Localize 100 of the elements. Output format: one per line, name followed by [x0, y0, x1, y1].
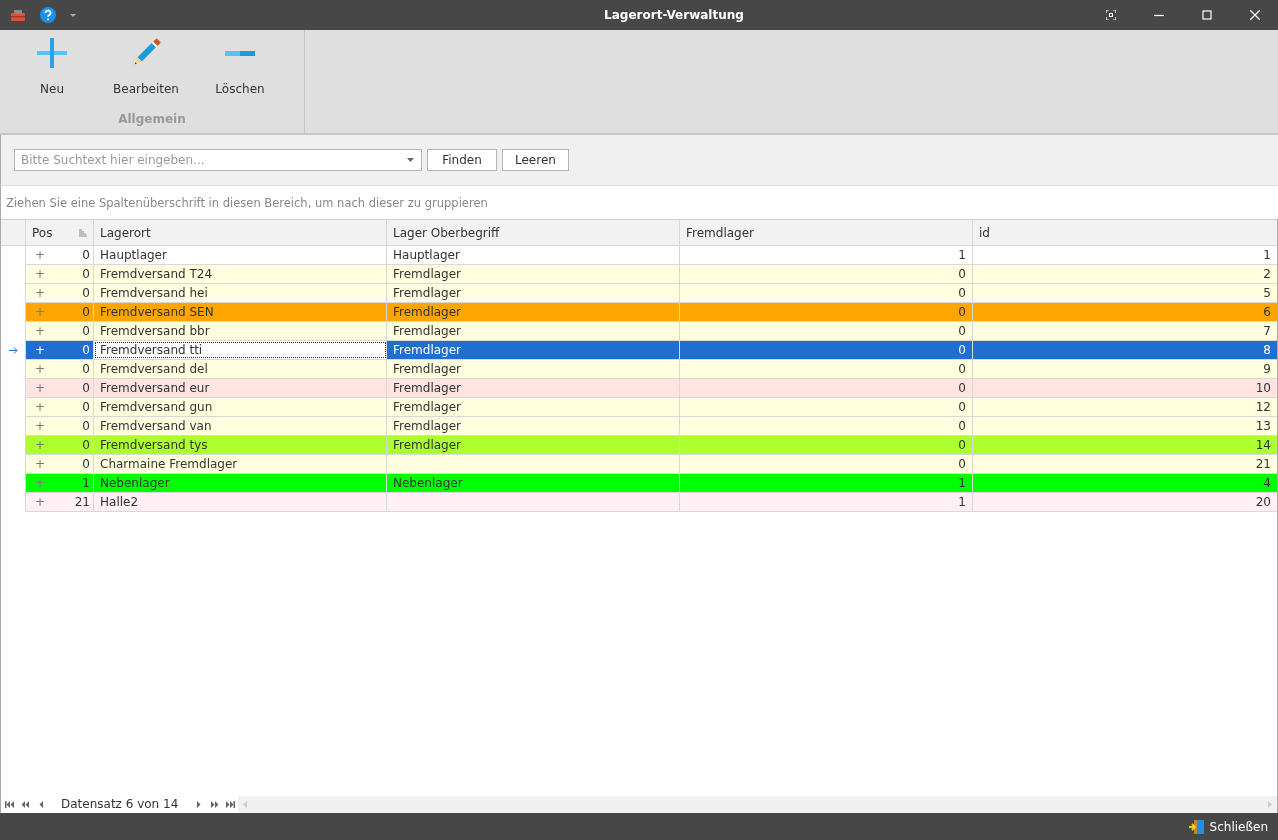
- table-cell: 0: [82, 248, 90, 262]
- expand-button[interactable]: +: [35, 495, 46, 509]
- dropdown-arrow-icon[interactable]: [407, 158, 414, 162]
- table-cell: 0: [82, 362, 90, 376]
- table-row[interactable]: + 21 Halle2 1 20: [26, 493, 1277, 512]
- table-cell: 21: [74, 495, 90, 509]
- table-cell-text: 10: [1254, 380, 1272, 397]
- table-cell: 0: [680, 341, 973, 359]
- close-icon[interactable]: [1250, 10, 1260, 20]
- dropdown-arrow-icon[interactable]: [70, 13, 76, 17]
- table-row[interactable]: + 0 Fremdversand tti Fremdlager 0 8: [26, 341, 1277, 360]
- search-field[interactable]: Bitte Suchtext hier eingeben...: [14, 149, 422, 171]
- table-row[interactable]: + 0 Fremdversand van Fremdlager 0 13: [26, 417, 1277, 436]
- table-cell: 0: [82, 343, 90, 357]
- table-cell: 0: [680, 455, 973, 473]
- table-cell: Hauptlager: [94, 246, 387, 264]
- table-cell: 1: [82, 476, 90, 490]
- table-cell: Nebenlager: [94, 474, 387, 492]
- table-cell: 0: [82, 457, 90, 471]
- table-cell: 1: [680, 474, 973, 492]
- table-cell: 0: [82, 305, 90, 319]
- expand-button[interactable]: +: [35, 419, 46, 433]
- expand-button[interactable]: +: [35, 248, 46, 262]
- column-header[interactable]: id: [973, 220, 1277, 245]
- table-cell: 0: [680, 398, 973, 416]
- ribbon-button[interactable]: Bearbeiten: [104, 36, 188, 98]
- table-cell: Fremdversand gun: [94, 398, 387, 416]
- table-cell-text: 6: [1262, 304, 1272, 321]
- door-icon: [1188, 818, 1205, 835]
- table-cell: 0: [680, 265, 973, 283]
- expand-button[interactable]: +: [35, 343, 46, 357]
- ribbon-button[interactable]: Neu: [10, 36, 94, 98]
- plus-icon: [37, 38, 67, 68]
- ribbon-group-label: Allgemein: [117, 112, 187, 126]
- expand-button[interactable]: +: [35, 267, 46, 281]
- table-cell: Fremdlager: [387, 284, 680, 302]
- next-page-icon[interactable]: [209, 800, 219, 808]
- table-row[interactable]: + 0 Fremdversand T24 Fremdlager 0 2: [26, 265, 1277, 284]
- table-cell: 1: [680, 246, 973, 264]
- table-cell: Fremdversand T24: [94, 265, 387, 283]
- table-cell-text: 1: [1262, 247, 1272, 264]
- table-row[interactable]: + 0 Fremdversand hei Fremdlager 0 5: [26, 284, 1277, 303]
- table-cell-text: 13: [1254, 418, 1272, 435]
- table-cell: 1: [680, 493, 973, 511]
- expand-button[interactable]: +: [35, 324, 46, 338]
- previous-page-icon[interactable]: [20, 800, 30, 808]
- search-button[interactable]: Finden: [427, 149, 497, 171]
- table-cell: Fremdversand del: [94, 360, 387, 378]
- table-cell: Fremdlager: [387, 360, 680, 378]
- column-header[interactable]: Fremdlager: [680, 220, 973, 245]
- table-row[interactable]: + 0 Fremdversand SEN Fremdlager 0 6: [26, 303, 1277, 322]
- table-cell: Fremdlager: [387, 436, 680, 454]
- table-cell: 0: [82, 400, 90, 414]
- table-cell: 0: [82, 324, 90, 338]
- table-cell-text: 9: [1262, 361, 1272, 378]
- window-title: Lagerort-Verwaltung: [603, 8, 745, 22]
- table-cell: 0: [680, 417, 973, 435]
- table-cell: Fremdversand bbr: [94, 322, 387, 340]
- screenshot-icon[interactable]: [1106, 10, 1116, 20]
- group-panel-hint: Ziehen Sie eine Spaltenüberschrift in diesen Bereich, um nach dieser zu gruppieren: [6, 195, 488, 210]
- table-row[interactable]: + 0 Fremdversand tys Fremdlager 0 14: [26, 436, 1277, 455]
- table-cell: Fremdlager: [387, 398, 680, 416]
- table-row[interactable]: + 0 Hauptlager Hauptlager 1 1: [26, 246, 1277, 265]
- expand-button[interactable]: +: [35, 400, 46, 414]
- table-row[interactable]: + 0 Charmaine Fremdlager 0 21: [26, 455, 1277, 474]
- table-row[interactable]: + 0 Fremdversand del Fremdlager 0 9: [26, 360, 1277, 379]
- column-header[interactable]: Lager Oberbegriff: [387, 220, 680, 245]
- column-header[interactable]: Pos: [26, 220, 94, 245]
- expand-button[interactable]: +: [35, 381, 46, 395]
- toolbox-icon[interactable]: [10, 8, 26, 22]
- table-cell-text: 2: [1262, 266, 1272, 283]
- maximize-icon[interactable]: [1202, 10, 1212, 20]
- table-row[interactable]: + 0 Fremdversand bbr Fremdlager 0 7: [26, 322, 1277, 341]
- ribbon-button[interactable]: Löschen: [198, 36, 282, 98]
- table-row[interactable]: + 0 Fremdversand gun Fremdlager 0 12: [26, 398, 1277, 417]
- close-button[interactable]: Schließen: [1186, 816, 1270, 837]
- table-cell: Fremdlager: [387, 303, 680, 321]
- column-header[interactable]: Lagerort: [94, 220, 387, 245]
- search-button[interactable]: Leeren: [502, 149, 569, 171]
- table-cell: 0: [82, 381, 90, 395]
- table-row[interactable]: + 0 Fremdversand eur Fremdlager 0 10: [26, 379, 1277, 398]
- first-record-icon[interactable]: [4, 800, 14, 808]
- table-cell: 0: [680, 436, 973, 454]
- table-cell: Fremdlager: [387, 417, 680, 435]
- table-cell: Fremdversand SEN: [94, 303, 387, 321]
- table-cell: 0: [680, 360, 973, 378]
- expand-button[interactable]: +: [35, 457, 46, 471]
- expand-button[interactable]: +: [35, 286, 46, 300]
- last-record-icon[interactable]: [225, 800, 235, 808]
- table-cell: 0: [82, 286, 90, 300]
- table-cell: 0: [680, 303, 973, 321]
- table-row[interactable]: + 1 Nebenlager Nebenlager 1 4: [26, 474, 1277, 493]
- expand-button[interactable]: +: [35, 362, 46, 376]
- table-cell-text: 21: [1254, 456, 1272, 473]
- table-cell: 0: [680, 379, 973, 397]
- help-icon[interactable]: [40, 7, 56, 23]
- table-cell: 8: [973, 341, 1277, 359]
- table-cell: 0: [680, 322, 973, 340]
- expand-button[interactable]: +: [35, 438, 46, 452]
- minus-icon: [225, 50, 255, 56]
